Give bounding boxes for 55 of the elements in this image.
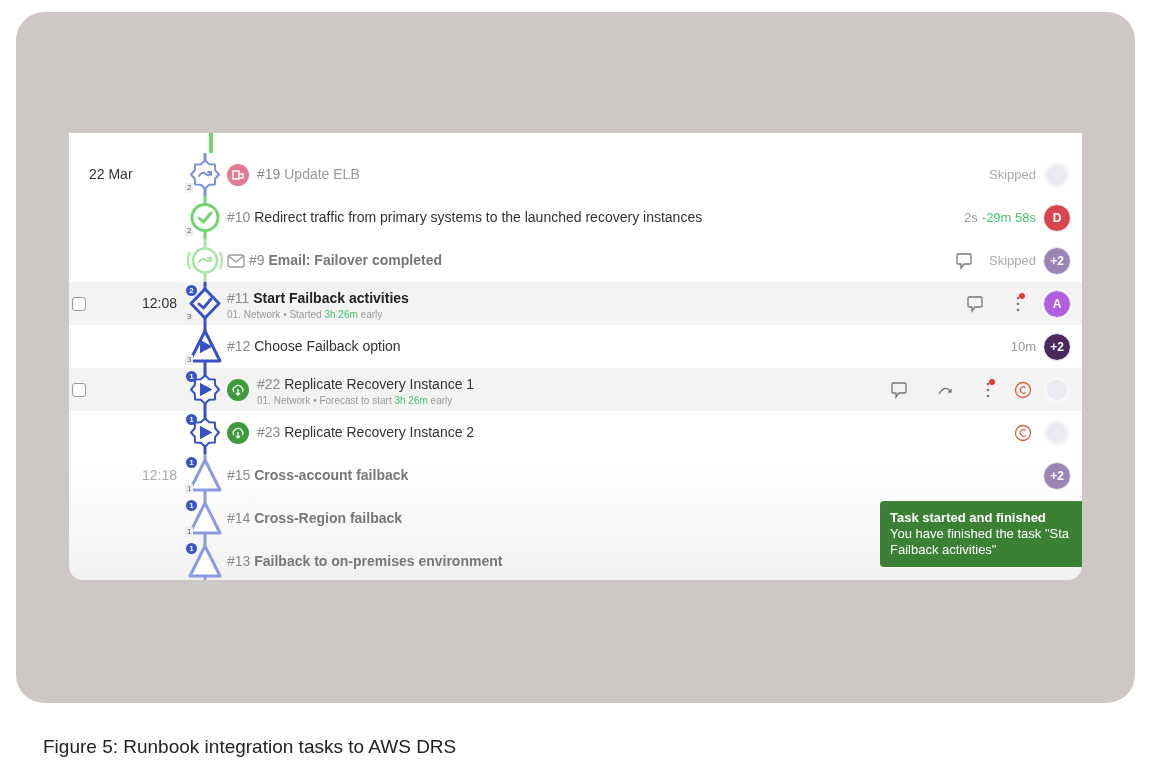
count-label: 1 xyxy=(185,484,194,494)
user-avatar: +2 xyxy=(1044,333,1070,360)
comment-icon[interactable] xyxy=(966,294,984,313)
row-checkbox[interactable] xyxy=(72,382,86,397)
count-badge: 1 xyxy=(186,371,197,382)
envelope-icon xyxy=(227,253,245,268)
task-subtitle: 01. Network • Forecast to start 3h 26m early xyxy=(257,394,454,406)
count-label: 2 xyxy=(185,183,194,193)
count-badge: 1 xyxy=(186,543,197,554)
more-icon[interactable] xyxy=(1016,295,1020,312)
figure-caption: Figure 5: Runbook integration tasks to AWS DRS xyxy=(43,735,458,759)
user-avatar: D xyxy=(1044,204,1070,231)
time-offset: -29m 58s xyxy=(981,208,1036,227)
task-title[interactable]: #12 Choose Failback option xyxy=(227,336,401,357)
cloud-icon xyxy=(227,378,249,401)
count-badge: 2 xyxy=(186,285,197,296)
count-badge: 1 xyxy=(186,500,197,511)
task-title[interactable]: #14 Cross-Region failback xyxy=(227,508,403,529)
app-icon xyxy=(227,163,249,186)
count-label: 3 xyxy=(185,312,194,322)
time-label: 12:08 xyxy=(141,295,177,311)
count-label: 1 xyxy=(185,527,194,537)
duration-text: 10m xyxy=(1010,337,1036,356)
task-title[interactable]: #15 Cross-account failback xyxy=(227,465,409,486)
status-text: Skipped xyxy=(989,165,1036,184)
task-title[interactable]: #13 Failback to on-premises environment xyxy=(227,551,503,572)
user-avatar: A xyxy=(1044,290,1070,317)
comment-icon[interactable] xyxy=(890,380,908,399)
task-title[interactable]: #23 Replicate Recovery Instance 2 xyxy=(257,422,475,443)
user-avatar: +2 xyxy=(1044,462,1070,489)
count-badge: 1 xyxy=(186,457,197,468)
status-text: Skipped xyxy=(989,251,1036,270)
time-label: 12:18 xyxy=(141,467,177,483)
task-row-highlighted[interactable]: 1 #22 Replicate Recovery Instance 1 01. Network • Forecast to start 3h 26m early xyxy=(69,368,1082,411)
task-title[interactable]: #22 Replicate Recovery Instance 1 xyxy=(257,373,475,395)
toast-message: You have finished the task "Sta xyxy=(890,526,1071,542)
duration-text: 2s xyxy=(964,208,978,227)
count-label: 2 xyxy=(185,226,194,236)
row-checkbox[interactable] xyxy=(72,296,86,311)
user-avatar: +2 xyxy=(1044,247,1070,274)
count-label: 3 xyxy=(185,355,194,365)
task-title[interactable]: #10 Redirect traffic from primary systems to the launched recovery instances xyxy=(227,207,703,228)
copyright-icon[interactable] xyxy=(1014,380,1032,399)
comment-icon[interactable] xyxy=(955,251,973,270)
date-label: 22 Mar xyxy=(89,165,133,184)
count-badge: 1 xyxy=(186,414,197,425)
more-icon[interactable] xyxy=(986,381,990,398)
copyright-icon[interactable] xyxy=(1014,423,1032,442)
task-subtitle: 01. Network • Started 3h 26m early xyxy=(227,308,384,320)
task-title[interactable]: #9 Email: Failover completed xyxy=(249,250,442,271)
toast-message: Failback activities" xyxy=(890,542,998,558)
task-title[interactable]: #11 Start Failback activities xyxy=(227,287,409,309)
cloud-icon xyxy=(227,421,249,444)
task-row-highlighted[interactable]: 12:08 2 3 #11 Start Failback activities 01. Network • Started 3h 26m early A xyxy=(69,282,1082,325)
toast-title: Task started and finished xyxy=(890,510,1047,526)
